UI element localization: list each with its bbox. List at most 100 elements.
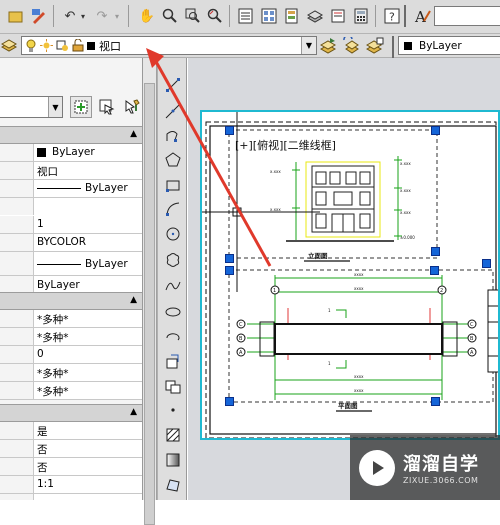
color-combo[interactable]: ByLayer <box>398 36 500 55</box>
property-value: ByLayer <box>85 182 128 194</box>
sheet-set-icon[interactable] <box>305 6 325 26</box>
chevron-down-icon[interactable]: ▼ <box>48 97 62 117</box>
svg-text:?: ? <box>389 11 395 24</box>
grip[interactable] <box>430 266 439 275</box>
insert-block-icon[interactable] <box>163 352 183 372</box>
zoom-previous-icon[interactable] <box>205 6 225 26</box>
undo-dropdown-icon[interactable]: ▾ <box>78 6 88 26</box>
property-value: ByLayer <box>85 258 128 270</box>
property-value: 1:1 <box>37 478 54 490</box>
design-center-icon[interactable] <box>259 6 279 26</box>
watermark-url: ZIXUE.3066.COM <box>403 476 479 485</box>
play-logo-icon <box>359 449 395 486</box>
property-row[interactable]: 0 <box>0 346 142 364</box>
toggle-pickadd-icon[interactable] <box>70 96 92 118</box>
property-row[interactable]: ByLayer <box>0 144 142 162</box>
grip[interactable] <box>225 397 234 406</box>
make-block-icon[interactable] <box>163 376 183 396</box>
layer-previous-icon[interactable] <box>343 34 361 55</box>
layer-manager-icon[interactable] <box>0 37 18 54</box>
property-row[interactable]: 1:1 <box>0 476 142 494</box>
layer-states-icon[interactable] <box>365 37 384 55</box>
section-general-header[interactable]: ▲ <box>0 126 142 144</box>
property-row[interactable]: *多种* <box>0 310 142 328</box>
svg-text:A: A <box>414 8 426 25</box>
collapse-icon[interactable]: ▲ <box>130 129 137 139</box>
hatch-icon[interactable] <box>163 425 183 445</box>
layer-thaw-sun-icon <box>40 39 53 52</box>
tool-palettes-icon[interactable] <box>282 6 302 26</box>
object-type-combo[interactable]: ▼ <box>0 96 63 118</box>
select-objects-icon[interactable] <box>96 96 118 118</box>
layer-combo-value: 视口 <box>99 39 121 53</box>
property-value: BYCOLOR <box>37 236 87 248</box>
region-icon[interactable] <box>163 475 183 495</box>
section-misc-header[interactable]: ▲ <box>0 404 142 422</box>
property-value: *多种* <box>37 314 69 326</box>
grip[interactable] <box>482 259 491 268</box>
annotation-arrow <box>146 48 272 267</box>
color-swatch <box>404 41 412 50</box>
property-row[interactable]: *多种* <box>0 382 142 400</box>
properties-icon[interactable] <box>236 6 256 26</box>
property-row[interactable]: ByLayer <box>0 180 142 198</box>
property-row[interactable]: 1 <box>0 216 142 234</box>
property-row[interactable] <box>0 198 142 216</box>
grip[interactable] <box>431 126 440 135</box>
property-value: ByLayer <box>52 146 95 158</box>
property-row[interactable]: *多种* <box>0 364 142 382</box>
grip[interactable] <box>431 247 440 256</box>
plot-icon[interactable] <box>29 6 49 26</box>
open-icon[interactable] <box>6 6 26 26</box>
help-icon[interactable]: ? <box>382 6 402 26</box>
collapse-icon[interactable]: ▲ <box>130 295 137 305</box>
pan-icon[interactable]: ✋ <box>137 6 157 26</box>
undo-icon[interactable]: ↶ <box>60 6 80 26</box>
property-value: 是 <box>37 426 48 438</box>
ellipse-arc-icon[interactable] <box>163 327 183 347</box>
property-value: 0 <box>37 348 44 360</box>
property-value: *多种* <box>37 368 69 380</box>
property-value: 视口 <box>37 166 58 178</box>
make-object-layer-current-icon[interactable] <box>319 37 338 55</box>
property-row[interactable]: *多种* <box>0 328 142 346</box>
chevron-down-icon[interactable]: ▼ <box>301 37 316 54</box>
section-geometry-header[interactable]: ▲ <box>0 292 142 310</box>
calculator-icon[interactable] <box>351 6 371 26</box>
property-row[interactable]: 是 <box>0 422 142 440</box>
redo-dropdown-icon[interactable]: ▾ <box>112 6 122 26</box>
redo-icon[interactable]: ↷ <box>92 6 112 26</box>
property-row[interactable]: BYCOLOR <box>0 234 142 252</box>
property-row[interactable]: 否 <box>0 440 142 458</box>
layer-state-icons <box>25 39 95 53</box>
text-style-combo[interactable] <box>434 6 500 26</box>
layer-on-bulb-icon <box>26 39 36 52</box>
collapse-icon[interactable]: ▲ <box>130 407 137 417</box>
property-row[interactable]: 否 <box>0 458 142 476</box>
spline-icon[interactable] <box>163 276 183 296</box>
gradient-icon[interactable] <box>163 450 183 470</box>
ellipse-icon[interactable] <box>163 302 183 322</box>
property-value: 1 <box>37 218 44 230</box>
property-value: 否 <box>37 444 48 456</box>
watermark-brand: 溜溜自学 <box>403 454 479 475</box>
layer-viewport-icon <box>56 40 68 51</box>
text-style-icon[interactable]: A <box>412 6 432 26</box>
zoom-realtime-icon[interactable] <box>160 6 180 26</box>
property-row[interactable] <box>0 494 142 500</box>
property-value: ByLayer <box>37 279 80 291</box>
linetype-sample <box>37 187 81 189</box>
point-icon[interactable] <box>163 400 183 420</box>
property-value: 否 <box>37 462 48 474</box>
lineweight-sample <box>37 263 81 265</box>
color-combo-value: ByLayer <box>419 39 462 52</box>
property-row[interactable]: ByLayer <box>0 252 142 276</box>
property-row[interactable]: 视口 <box>0 162 142 180</box>
zoom-window-icon[interactable] <box>183 6 203 26</box>
watermark: 溜溜自学 ZIXUE.3066.COM <box>350 435 500 500</box>
layer-unlock-icon <box>72 39 84 52</box>
markup-icon[interactable] <box>328 6 348 26</box>
grip[interactable] <box>431 397 440 406</box>
property-value: *多种* <box>37 386 69 398</box>
properties-palette: ▼ ▲ ByLayer 视口 ByLayer 1 BYCOLOR ByLayer… <box>0 58 143 500</box>
